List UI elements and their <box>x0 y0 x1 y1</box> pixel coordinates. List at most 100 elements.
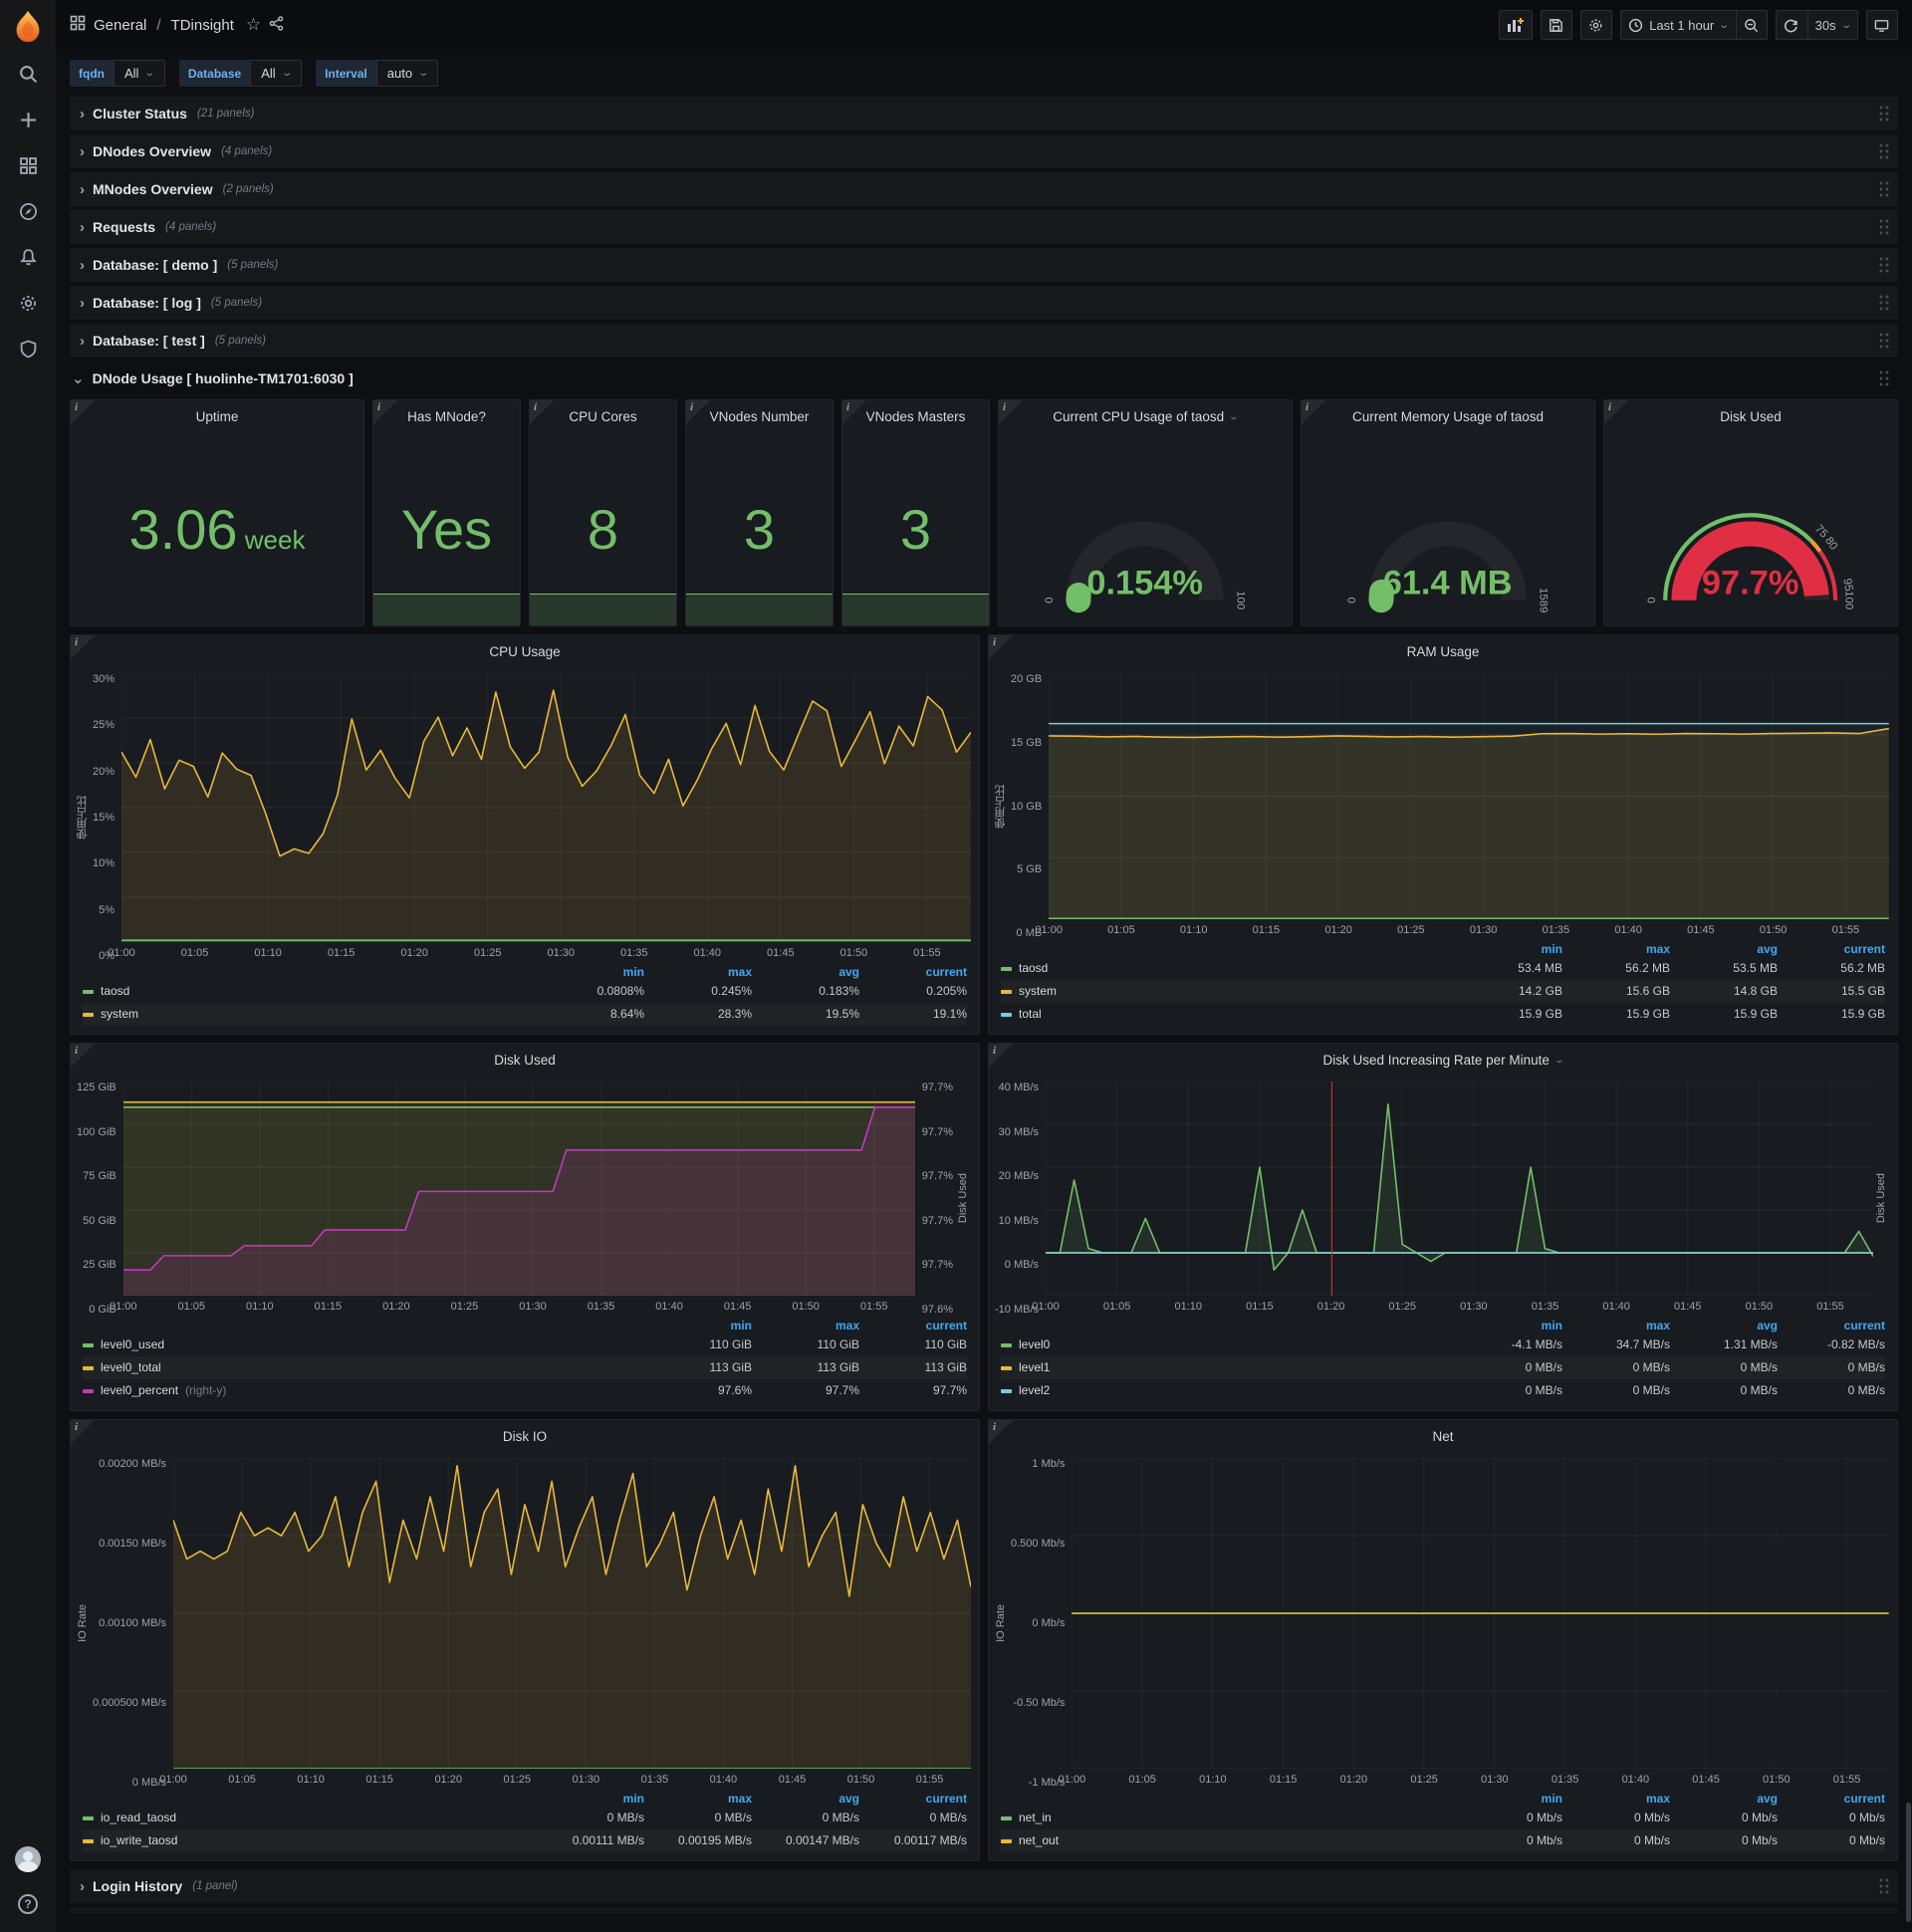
row-drag-handle[interactable] <box>1878 105 1890 122</box>
legend-color-swatch[interactable] <box>1001 1388 1012 1393</box>
legend-color-swatch[interactable] <box>1001 1012 1012 1017</box>
legend-header-min[interactable]: min <box>1455 941 1562 957</box>
legend-color-swatch[interactable] <box>1001 989 1012 994</box>
legend-header-max[interactable]: max <box>1562 1318 1670 1333</box>
legend-color-swatch[interactable] <box>83 1388 94 1393</box>
legend-series-net_in[interactable]: net_in <box>1001 1807 1455 1829</box>
panel-title[interactable]: CPU Usage <box>71 635 979 667</box>
legend-series-taosd[interactable]: taosd <box>1001 957 1455 980</box>
panel-info-icon[interactable]: i <box>999 400 1023 424</box>
panel-info-icon[interactable]: i <box>842 400 866 424</box>
row-requests[interactable]: › Requests (4 panels) <box>70 210 1898 244</box>
legend-series-taosd[interactable]: taosd <box>83 980 537 1003</box>
plot-canvas[interactable] <box>121 673 971 942</box>
legend-header-current[interactable]: current <box>859 1791 967 1807</box>
variable-label[interactable]: fqdn <box>70 60 114 87</box>
panel-info-icon[interactable]: i <box>989 635 1013 659</box>
legend-series-total[interactable]: total <box>1001 1003 1455 1026</box>
legend-header-max[interactable]: max <box>644 964 752 980</box>
legend-series-level0_used[interactable]: level0_used <box>83 1333 644 1356</box>
row-drag-handle[interactable] <box>1878 256 1890 274</box>
save-dashboard-button[interactable] <box>1541 10 1573 40</box>
star-icon[interactable]: ☆ <box>246 15 261 35</box>
legend-series-io_read_taosd[interactable]: io_read_taosd <box>83 1807 537 1829</box>
row-drag-handle[interactable] <box>1878 142 1890 160</box>
panel-info-icon[interactable]: i <box>989 1044 1013 1068</box>
legend-header-current[interactable]: current <box>1778 1791 1885 1807</box>
panel-title[interactable]: RAM Usage <box>989 635 1897 667</box>
plot-canvas[interactable] <box>173 1458 971 1769</box>
legend-color-swatch[interactable] <box>83 1815 94 1820</box>
row-dnodes-overview[interactable]: › DNodes Overview (4 panels) <box>70 134 1898 168</box>
legend-header-max[interactable]: max <box>1562 1791 1670 1807</box>
row-drag-handle[interactable] <box>1878 332 1890 350</box>
legend-color-swatch[interactable] <box>1001 1815 1012 1820</box>
panel-info-icon[interactable]: i <box>530 400 554 424</box>
legend-color-swatch[interactable] <box>83 1365 94 1370</box>
refresh-button[interactable] <box>1775 10 1807 40</box>
legend-color-swatch[interactable] <box>83 1012 94 1017</box>
row-drag-handle[interactable] <box>1878 294 1890 312</box>
panel-info-icon[interactable]: i <box>373 400 397 424</box>
legend-header-max[interactable]: max <box>752 1318 859 1333</box>
panel-info-icon[interactable]: i <box>71 1044 95 1068</box>
breadcrumb-section[interactable]: General <box>94 17 146 34</box>
refresh-interval-select[interactable]: 30s ⌄ <box>1806 10 1858 40</box>
legend-header-avg[interactable]: avg <box>752 964 859 980</box>
panel-title[interactable]: Current CPU Usage of taosd ⌄ <box>999 400 1292 432</box>
row-drag-handle[interactable] <box>1878 369 1890 387</box>
legend-series-io_write_taosd[interactable]: io_write_taosd <box>83 1829 537 1852</box>
panel-title[interactable]: Disk Used <box>1604 400 1897 432</box>
configuration-gear-icon[interactable] <box>18 293 38 313</box>
dashboards-icon[interactable] <box>18 155 38 175</box>
row-dnode-usage[interactable]: ⌄ DNode Usage [ huolinhe-TM1701:6030 ] <box>70 362 1898 395</box>
zoom-out-time-button[interactable] <box>1735 10 1768 40</box>
legend-color-swatch[interactable] <box>83 1342 94 1347</box>
add-panel-button[interactable] <box>1499 10 1534 40</box>
legend-header-avg[interactable]: avg <box>1670 1791 1778 1807</box>
plot-canvas[interactable] <box>1049 673 1889 919</box>
legend-series-level0_total[interactable]: level0_total <box>83 1356 644 1379</box>
legend-header-max[interactable]: max <box>644 1791 752 1807</box>
row-database-demo[interactable]: › Database: [ demo ] (5 panels) <box>70 248 1898 282</box>
panel-info-icon[interactable]: i <box>71 635 95 659</box>
explore-compass-icon[interactable] <box>18 201 38 221</box>
row-mnodes-overview[interactable]: › MNodes Overview (2 panels) <box>70 172 1898 206</box>
legend-header-avg[interactable]: avg <box>752 1791 859 1807</box>
row-drag-handle[interactable] <box>1878 180 1890 198</box>
legend-header-current[interactable]: current <box>1778 941 1885 957</box>
row-drag-handle[interactable] <box>1878 218 1890 236</box>
variable-label[interactable]: Database <box>178 60 251 87</box>
panel-title[interactable]: Uptime <box>71 400 363 432</box>
cycle-view-mode-button[interactable] <box>1866 10 1898 40</box>
variable-label[interactable]: Interval <box>316 60 376 87</box>
panel-title[interactable]: Disk Used <box>71 1044 979 1076</box>
plot-canvas[interactable] <box>122 1082 915 1296</box>
panel-info-icon[interactable]: i <box>71 1420 95 1444</box>
legend-series-level2[interactable]: level2 <box>1001 1379 1455 1402</box>
panel-info-icon[interactable]: i <box>1302 400 1325 424</box>
panel-info-icon[interactable]: i <box>686 400 710 424</box>
legend-header-current[interactable]: current <box>859 1318 967 1333</box>
legend-header-current[interactable]: current <box>859 964 967 980</box>
legend-color-swatch[interactable] <box>1001 966 1012 971</box>
legend-color-swatch[interactable] <box>1001 1365 1012 1370</box>
search-icon[interactable] <box>18 64 38 84</box>
panel-info-icon[interactable]: i <box>71 400 95 424</box>
user-avatar[interactable] <box>15 1846 41 1872</box>
panel-title[interactable]: Disk IO <box>71 1420 979 1452</box>
legend-series-level0[interactable]: level0 <box>1001 1333 1455 1356</box>
legend-series-level0_percent[interactable]: level0_percent (right-y) <box>83 1379 644 1402</box>
dashboard-settings-button[interactable] <box>1580 10 1613 40</box>
row-database-log[interactable]: › Database: [ log ] (5 panels) <box>70 286 1898 320</box>
row-database-test[interactable]: › Database: [ test ] (5 panels) <box>70 324 1898 358</box>
legend-series-level1[interactable]: level1 <box>1001 1356 1455 1379</box>
panel-title[interactable]: Current Memory Usage of taosd <box>1302 400 1594 432</box>
server-admin-shield-icon[interactable] <box>18 339 38 359</box>
help-icon[interactable]: ? <box>18 1894 38 1914</box>
legend-header-min[interactable]: min <box>1455 1318 1562 1333</box>
panel-info-icon[interactable]: i <box>1604 400 1628 424</box>
time-range-picker[interactable]: Last 1 hour ⌄ <box>1620 10 1736 40</box>
legend-color-swatch[interactable] <box>1001 1342 1012 1347</box>
plot-canvas[interactable] <box>1046 1082 1873 1296</box>
